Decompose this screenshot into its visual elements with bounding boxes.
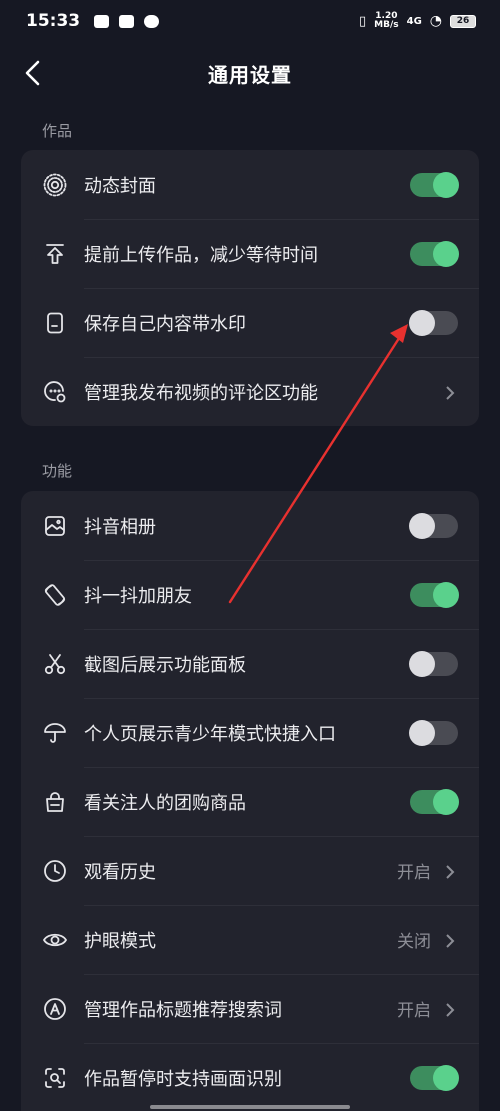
app-notification-icon — [94, 14, 110, 28]
live-cover-icon — [42, 172, 68, 198]
setting-label: 管理作品标题推荐搜索词 — [84, 999, 282, 1021]
setting-value: 开启 — [397, 863, 431, 883]
pause-recognition-toggle[interactable] — [410, 1064, 459, 1091]
shake-icon — [42, 582, 68, 608]
setting-value: 开启 — [397, 1001, 431, 1021]
chevron-right-icon — [443, 385, 457, 400]
teen-mode-entry-toggle[interactable] — [409, 719, 458, 746]
setting-row-album[interactable]: 抖音相册 — [21, 491, 479, 560]
message-notification-icon — [119, 14, 135, 28]
setting-row-live-cover[interactable]: 动态封面 — [21, 150, 479, 219]
shake-toggle[interactable] — [410, 581, 459, 608]
umbrella-icon — [42, 720, 68, 746]
scan-icon — [42, 1065, 68, 1091]
setting-row-pause-recognition[interactable]: 作品暂停时支持画面识别 — [21, 1043, 479, 1111]
status-time: 15:33 — [26, 11, 81, 31]
wifi-icon: ◔ — [429, 13, 442, 29]
setting-label: 抖一抖加朋友 — [84, 585, 192, 607]
setting-value: 关闭 — [397, 932, 431, 952]
settings-card-features: 抖音相册 抖一抖加朋友 截图后展示功能面板 个人页展示青少年模式快捷入口 看关注… — [21, 491, 479, 1111]
status-bar: 15:33 ▯ 1.20 MB/s 4G ◔ 26 — [0, 0, 500, 42]
setting-row-screenshot-panel[interactable]: 截图后展示功能面板 — [21, 629, 479, 698]
album-toggle[interactable] — [409, 512, 458, 539]
setting-row-early-upload[interactable]: 提前上传作品，减少等待时间 — [21, 219, 479, 288]
chevron-right-icon — [443, 864, 457, 879]
setting-row-teen-mode-entry[interactable]: 个人页展示青少年模式快捷入口 — [21, 698, 479, 767]
setting-label: 保存自己内容带水印 — [84, 313, 246, 335]
setting-label: 看关注人的团购商品 — [84, 792, 246, 814]
section-label-works: 作品 — [42, 122, 73, 140]
scissors-icon — [42, 651, 68, 677]
shopping-bag-icon — [42, 789, 68, 815]
setting-label: 提前上传作品，减少等待时间 — [84, 244, 318, 266]
setting-row-title-search-terms[interactable]: 管理作品标题推荐搜索词 开启 — [21, 974, 479, 1043]
watermark-toggle[interactable] — [409, 309, 458, 336]
early-upload-toggle[interactable] — [410, 240, 459, 267]
section-label-features: 功能 — [42, 462, 73, 480]
setting-label: 个人页展示青少年模式快捷入口 — [84, 723, 336, 745]
setting-label: 抖音相册 — [84, 516, 156, 538]
network-type: 4G — [406, 15, 422, 27]
chevron-right-icon — [443, 933, 457, 948]
setting-label: 截图后展示功能面板 — [84, 654, 246, 676]
clock-icon — [42, 858, 68, 884]
home-indicator[interactable] — [150, 1105, 350, 1109]
album-icon — [42, 513, 68, 539]
comment-settings-icon — [42, 379, 68, 405]
eye-icon — [42, 927, 68, 953]
nav-bar: 通用设置 — [0, 42, 500, 104]
upload-icon — [42, 241, 68, 267]
setting-row-group-buy[interactable]: 看关注人的团购商品 — [21, 767, 479, 836]
back-arrow-icon[interactable] — [16, 56, 50, 90]
setting-row-watermark[interactable]: 保存自己内容带水印 — [21, 288, 479, 357]
setting-row-eye-care[interactable]: 护眼模式 关闭 — [21, 905, 479, 974]
setting-row-shake[interactable]: 抖一抖加朋友 — [21, 560, 479, 629]
setting-label: 管理我发布视频的评论区功能 — [84, 382, 318, 404]
setting-label: 动态封面 — [84, 175, 156, 197]
setting-row-comment-management[interactable]: 管理我发布视频的评论区功能 — [21, 357, 479, 426]
setting-row-watch-history[interactable]: 观看历史 开启 — [21, 836, 479, 905]
search-tag-icon — [42, 996, 68, 1022]
setting-label: 观看历史 — [84, 861, 156, 883]
group-buy-toggle[interactable] — [410, 788, 459, 815]
watermark-icon — [42, 310, 68, 336]
setting-label: 作品暂停时支持画面识别 — [84, 1068, 282, 1090]
page-title: 通用设置 — [208, 62, 292, 87]
settings-card-works: 动态封面 提前上传作品，减少等待时间 保存自己内容带水印 管理我发布视频的评论区… — [21, 150, 479, 426]
chevron-right-icon — [443, 1002, 457, 1017]
cloud-notification-icon — [144, 14, 160, 28]
live-cover-toggle[interactable] — [410, 171, 459, 198]
vibrate-icon: ▯ — [358, 13, 367, 29]
battery-icon: 26 — [450, 14, 476, 28]
net-speed: 1.20 MB/s — [374, 11, 399, 30]
setting-label: 护眼模式 — [84, 930, 156, 952]
screenshot-panel-toggle[interactable] — [409, 650, 458, 677]
